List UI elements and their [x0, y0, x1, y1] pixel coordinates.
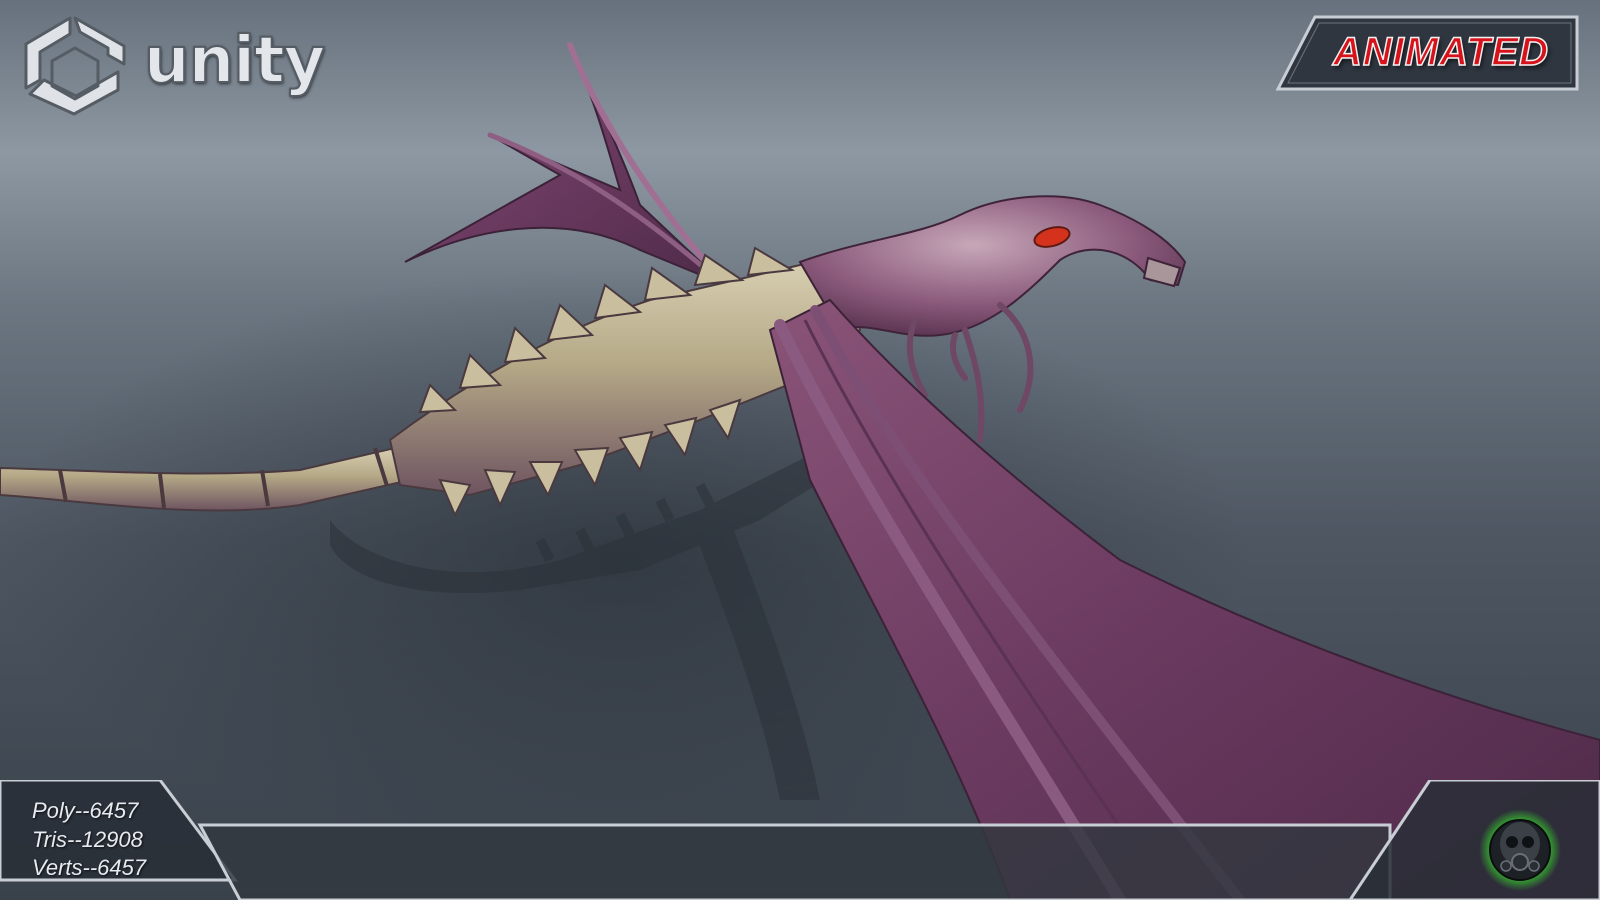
- gas-mask-icon: [1479, 809, 1561, 891]
- hud-frame: [0, 780, 1600, 900]
- tris-count: Tris--12908: [32, 826, 143, 852]
- unity-cube-icon: [24, 16, 126, 116]
- verts-count: Verts--6457: [32, 855, 147, 880]
- badge-label: ANIMATED: [1332, 29, 1550, 75]
- mesh-stats: Poly--6457 Tris--12908 Verts--6457: [32, 797, 146, 883]
- back-wing: [404, 42, 733, 293]
- viewport: unity ANIMATED Poly--6457 Tris--12908 Ve…: [0, 0, 1600, 900]
- poly-count: Poly--6457: [32, 798, 139, 823]
- tail: [0, 446, 412, 512]
- animated-badge: ANIMATED: [1275, 14, 1581, 92]
- unity-wordmark: unity: [143, 23, 326, 99]
- creature-render: [0, 42, 1600, 900]
- unity-logo: unity: [20, 14, 326, 118]
- bottom-hud: [0, 780, 1600, 900]
- creature-shadow: [330, 440, 840, 800]
